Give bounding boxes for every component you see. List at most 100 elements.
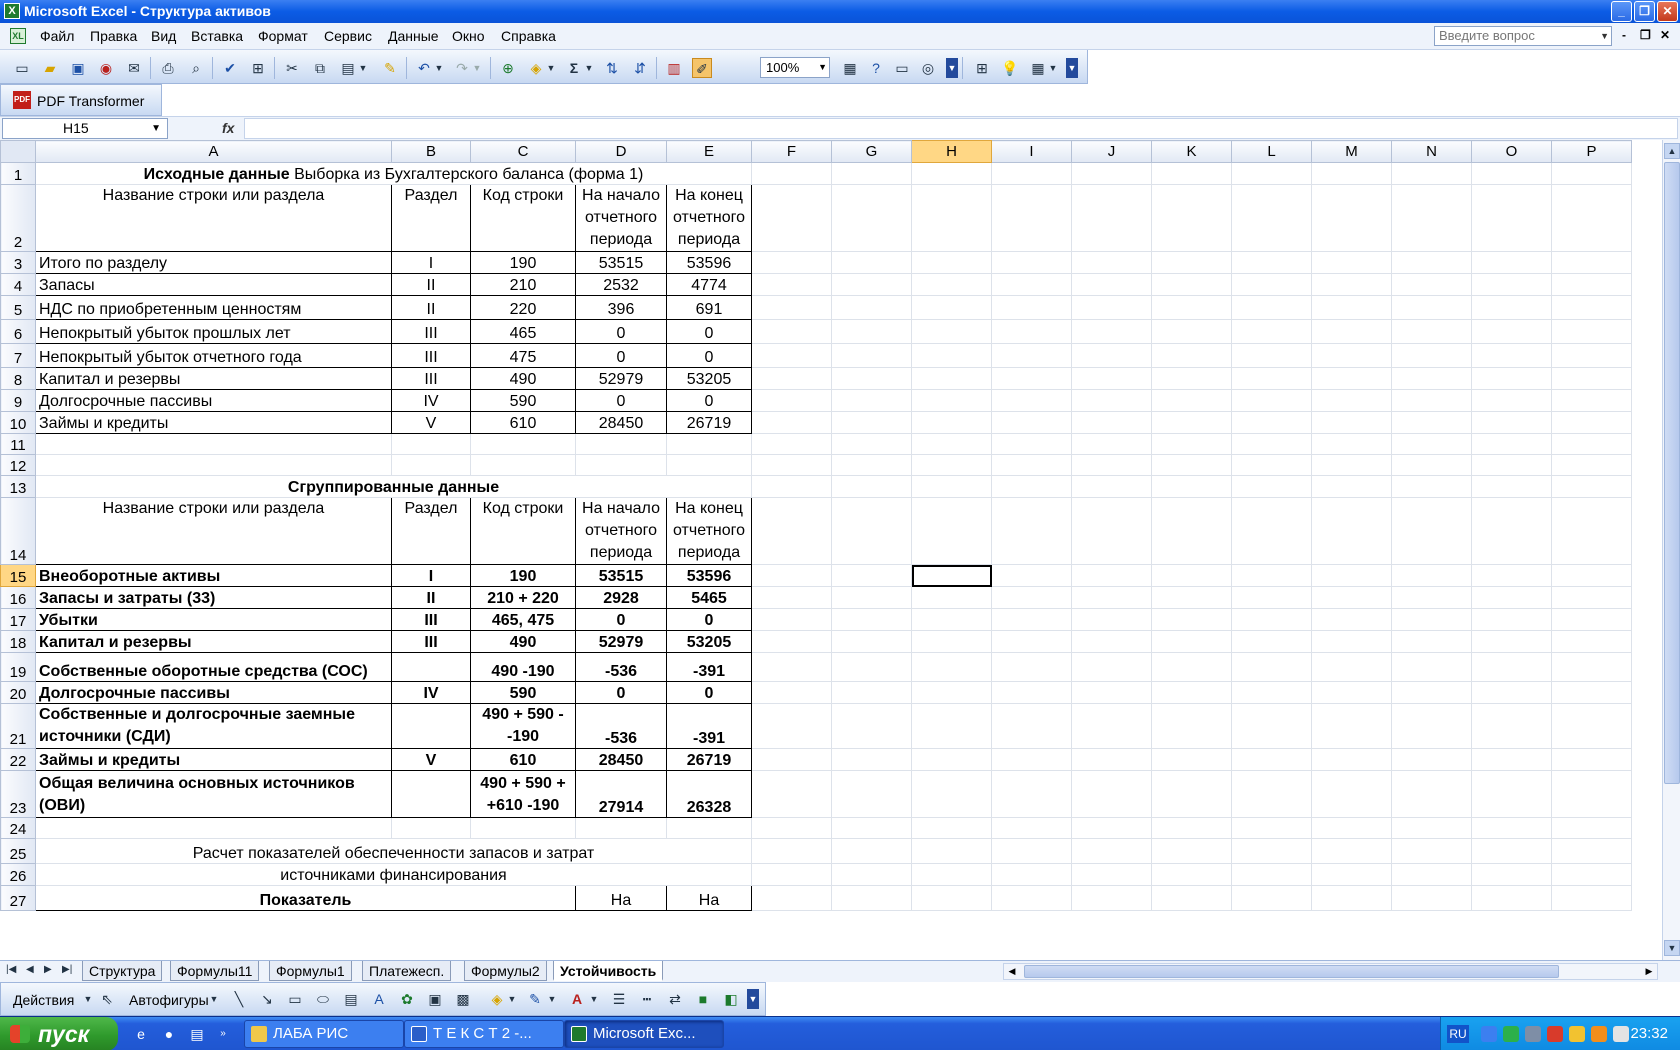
cell-end-value[interactable]: -391 — [666, 652, 752, 682]
formula-input[interactable] — [244, 118, 1678, 139]
cell-code[interactable]: 610 — [470, 748, 576, 771]
row-header[interactable]: 26 — [0, 863, 36, 886]
cell[interactable] — [1311, 475, 1392, 498]
cell[interactable] — [1551, 319, 1632, 344]
fill-dropdown-icon[interactable]: ▼ — [546, 58, 556, 78]
row-header[interactable]: 19 — [0, 652, 36, 682]
cell[interactable] — [1391, 367, 1472, 390]
cell[interactable] — [1231, 770, 1312, 818]
cell[interactable] — [1231, 838, 1312, 864]
prev-sheet-icon[interactable]: ◀ — [26, 964, 34, 975]
cell[interactable] — [1151, 748, 1232, 771]
cell[interactable] — [991, 564, 1072, 587]
cell[interactable] — [751, 162, 832, 185]
cell[interactable] — [991, 608, 1072, 631]
cell[interactable] — [751, 564, 832, 587]
minimize-button[interactable]: _ — [1611, 1, 1632, 22]
column-header-f[interactable]: F — [751, 140, 832, 163]
cell[interactable] — [1471, 838, 1552, 864]
cell-code[interactable]: 490 + 590 - -190 — [470, 703, 576, 749]
cell-section[interactable]: II — [391, 295, 471, 320]
cell-start-value[interactable]: 52979 — [575, 367, 667, 390]
cell[interactable] — [1551, 703, 1632, 749]
cell-section[interactable]: IV — [391, 681, 471, 704]
cell[interactable] — [1471, 863, 1552, 886]
cell[interactable] — [1151, 681, 1232, 704]
cell[interactable] — [1231, 184, 1312, 252]
cell[interactable] — [1071, 251, 1152, 274]
cell[interactable] — [1231, 863, 1312, 886]
ie-quicklaunch-icon[interactable]: e — [132, 1025, 150, 1043]
doc-close-icon[interactable]: ✕ — [1660, 28, 1670, 42]
cell[interactable] — [1311, 389, 1392, 412]
cell[interactable] — [1471, 251, 1552, 274]
cell[interactable] — [751, 273, 832, 296]
cell[interactable] — [1151, 475, 1232, 498]
cell-section[interactable] — [391, 703, 471, 749]
cell[interactable] — [991, 586, 1072, 609]
cell-end-value[interactable]: 53596 — [666, 251, 752, 274]
undo-dropdown-icon[interactable]: ▼ — [434, 58, 444, 78]
cell[interactable] — [831, 343, 912, 368]
cell[interactable] — [1391, 184, 1472, 252]
cell[interactable] — [911, 838, 992, 864]
name-box-dropdown-icon[interactable]: ▼ — [151, 119, 161, 138]
new-document-icon[interactable]: ▭ — [12, 58, 32, 78]
cell[interactable] — [391, 454, 471, 476]
cell[interactable] — [831, 319, 912, 344]
maximize-button[interactable]: ❐ — [1634, 1, 1655, 22]
active-cell[interactable] — [911, 564, 992, 587]
cell[interactable] — [911, 608, 992, 631]
column-header-n[interactable]: N — [1391, 140, 1472, 163]
cell[interactable] — [1551, 863, 1632, 886]
cell[interactable] — [1551, 838, 1632, 864]
cell-section[interactable]: III — [391, 630, 471, 653]
cell[interactable] — [911, 411, 992, 434]
cell[interactable] — [1311, 630, 1392, 653]
cell-end-value[interactable]: 0 — [666, 608, 752, 631]
cell[interactable] — [35, 433, 392, 455]
cell[interactable] — [1551, 564, 1632, 587]
cell-name[interactable]: Запасы — [35, 273, 392, 296]
cell[interactable] — [1471, 770, 1552, 818]
cell-code[interactable]: 465, 475 — [470, 608, 576, 631]
cell[interactable] — [1151, 863, 1232, 886]
cell-code[interactable]: 465 — [470, 319, 576, 344]
cell[interactable] — [1231, 703, 1312, 749]
cell[interactable] — [1071, 748, 1152, 771]
autoshapes-dropdown-icon[interactable]: ▼ — [209, 989, 219, 1009]
cell[interactable] — [1391, 703, 1472, 749]
cell[interactable] — [575, 454, 667, 476]
cell[interactable] — [831, 885, 912, 911]
dash-style-icon[interactable]: ┅ — [637, 989, 657, 1009]
cell[interactable] — [1071, 162, 1152, 185]
select-all-corner[interactable] — [0, 140, 36, 163]
tray-shield-icon[interactable] — [1569, 1026, 1585, 1042]
cell[interactable] — [1551, 652, 1632, 682]
cell[interactable] — [1311, 564, 1392, 587]
cell[interactable] — [1551, 273, 1632, 296]
cell-name[interactable]: Непокрытый убыток прошлых лет — [35, 319, 392, 344]
cell[interactable] — [470, 454, 576, 476]
cell[interactable] — [991, 817, 1072, 839]
line-color-dropdown-icon[interactable]: ▼ — [547, 989, 557, 1009]
cell[interactable] — [1311, 885, 1392, 911]
cell[interactable] — [1071, 319, 1152, 344]
row-header[interactable]: 13 — [0, 475, 36, 498]
cell[interactable] — [831, 367, 912, 390]
column-header-b[interactable]: B — [391, 140, 471, 163]
cell-section[interactable]: II — [391, 586, 471, 609]
row-header[interactable]: 27 — [0, 885, 36, 911]
line-icon[interactable]: ╲ — [229, 989, 249, 1009]
cell[interactable] — [751, 475, 832, 498]
cell[interactable] — [1391, 586, 1472, 609]
cell[interactable] — [991, 295, 1072, 320]
cell[interactable] — [1311, 273, 1392, 296]
cell[interactable] — [1231, 162, 1312, 185]
cell[interactable] — [1231, 343, 1312, 368]
column-header-m[interactable]: M — [1311, 140, 1392, 163]
sheet-tab-formulas1[interactable]: Формулы1 — [269, 961, 352, 981]
cell[interactable] — [751, 838, 832, 864]
cell[interactable] — [991, 184, 1072, 252]
email-icon[interactable]: ✉ — [124, 58, 144, 78]
